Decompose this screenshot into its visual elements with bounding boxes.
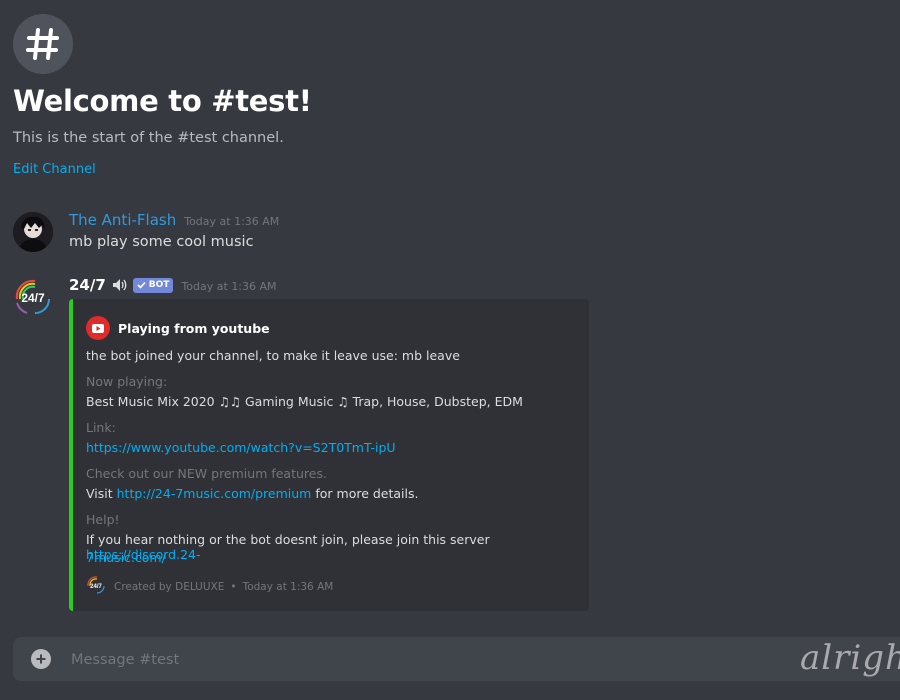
footer-text: Created by DELUUXE <box>114 580 225 593</box>
embed-description: the bot joined your channel, to make it … <box>86 348 460 363</box>
premium-suffix: for more details. <box>315 486 419 501</box>
footer-separator: • <box>230 580 237 593</box>
message-header: 24/7 BOT Today at 1:36 AM <box>69 276 277 294</box>
help-text: If you hear nothing or the bot doesnt jo… <box>86 532 490 547</box>
embed-author: Playing from youtube <box>86 316 270 340</box>
premium-link[interactable]: http://24-7music.com/premium <box>117 486 312 501</box>
edit-channel-link[interactable]: Edit Channel <box>13 162 96 177</box>
message-author[interactable]: 24/7 <box>69 276 106 294</box>
embed-premium-line: Visit http://24-7music.com/premium for m… <box>86 486 419 501</box>
bot-badge-label: BOT <box>148 280 170 290</box>
plus-icon <box>36 654 46 664</box>
message-input[interactable] <box>69 637 773 683</box>
message-timestamp: Today at 1:36 AM <box>181 280 277 293</box>
footer-bot-icon-label: 24/7 <box>90 584 102 590</box>
embed-footer: 24/7 Created by DELUUXE • Today at 1:36 … <box>86 575 333 598</box>
message-composer <box>13 637 900 683</box>
add-attachment-button[interactable] <box>31 649 51 669</box>
message-header: The Anti-Flash Today at 1:36 AM <box>69 211 279 229</box>
check-icon <box>137 281 146 289</box>
embed-author-name: Playing from youtube <box>118 320 270 336</box>
bot-avatar-label: 24/7 <box>21 291 45 305</box>
embed-field-now-playing-label: Now playing: <box>86 374 168 389</box>
embed-field-now-playing-value: Best Music Mix 2020 ♫♫ Gaming Music ♫ Tr… <box>86 394 523 409</box>
welcome-title: Welcome to #test! <box>13 84 312 118</box>
avatar[interactable] <box>13 212 53 252</box>
premium-prefix: Visit <box>86 486 113 501</box>
youtube-icon <box>86 316 110 340</box>
welcome-subtitle: This is the start of the #test channel. <box>13 130 284 146</box>
message-text: mb play some cool music <box>69 234 254 250</box>
footer-bot-icon: 24/7 <box>86 575 106 598</box>
youtube-link[interactable]: https://www.youtube.com/watch?v=S2T0TmT-… <box>86 440 396 455</box>
channel-hash-icon <box>13 14 73 74</box>
message-timestamp: Today at 1:36 AM <box>184 215 280 228</box>
message-author[interactable]: The Anti-Flash <box>69 211 176 229</box>
embed-field-help-label: Help! <box>86 512 120 527</box>
speaker-icon <box>112 278 128 292</box>
bot-avatar[interactable]: 24/7 <box>13 277 53 317</box>
discord-invite-link-continued[interactable]: 7music.com/ <box>86 550 166 565</box>
bot-badge: BOT <box>132 277 174 293</box>
embed-field-premium-label: Check out our NEW premium features. <box>86 466 327 481</box>
footer-timestamp: Today at 1:36 AM <box>242 580 334 593</box>
embed-field-link-label: Link: <box>86 420 116 435</box>
bot-embed: Playing from youtube the bot joined your… <box>69 299 589 611</box>
watermark-logo: alrigh <box>800 638 900 678</box>
